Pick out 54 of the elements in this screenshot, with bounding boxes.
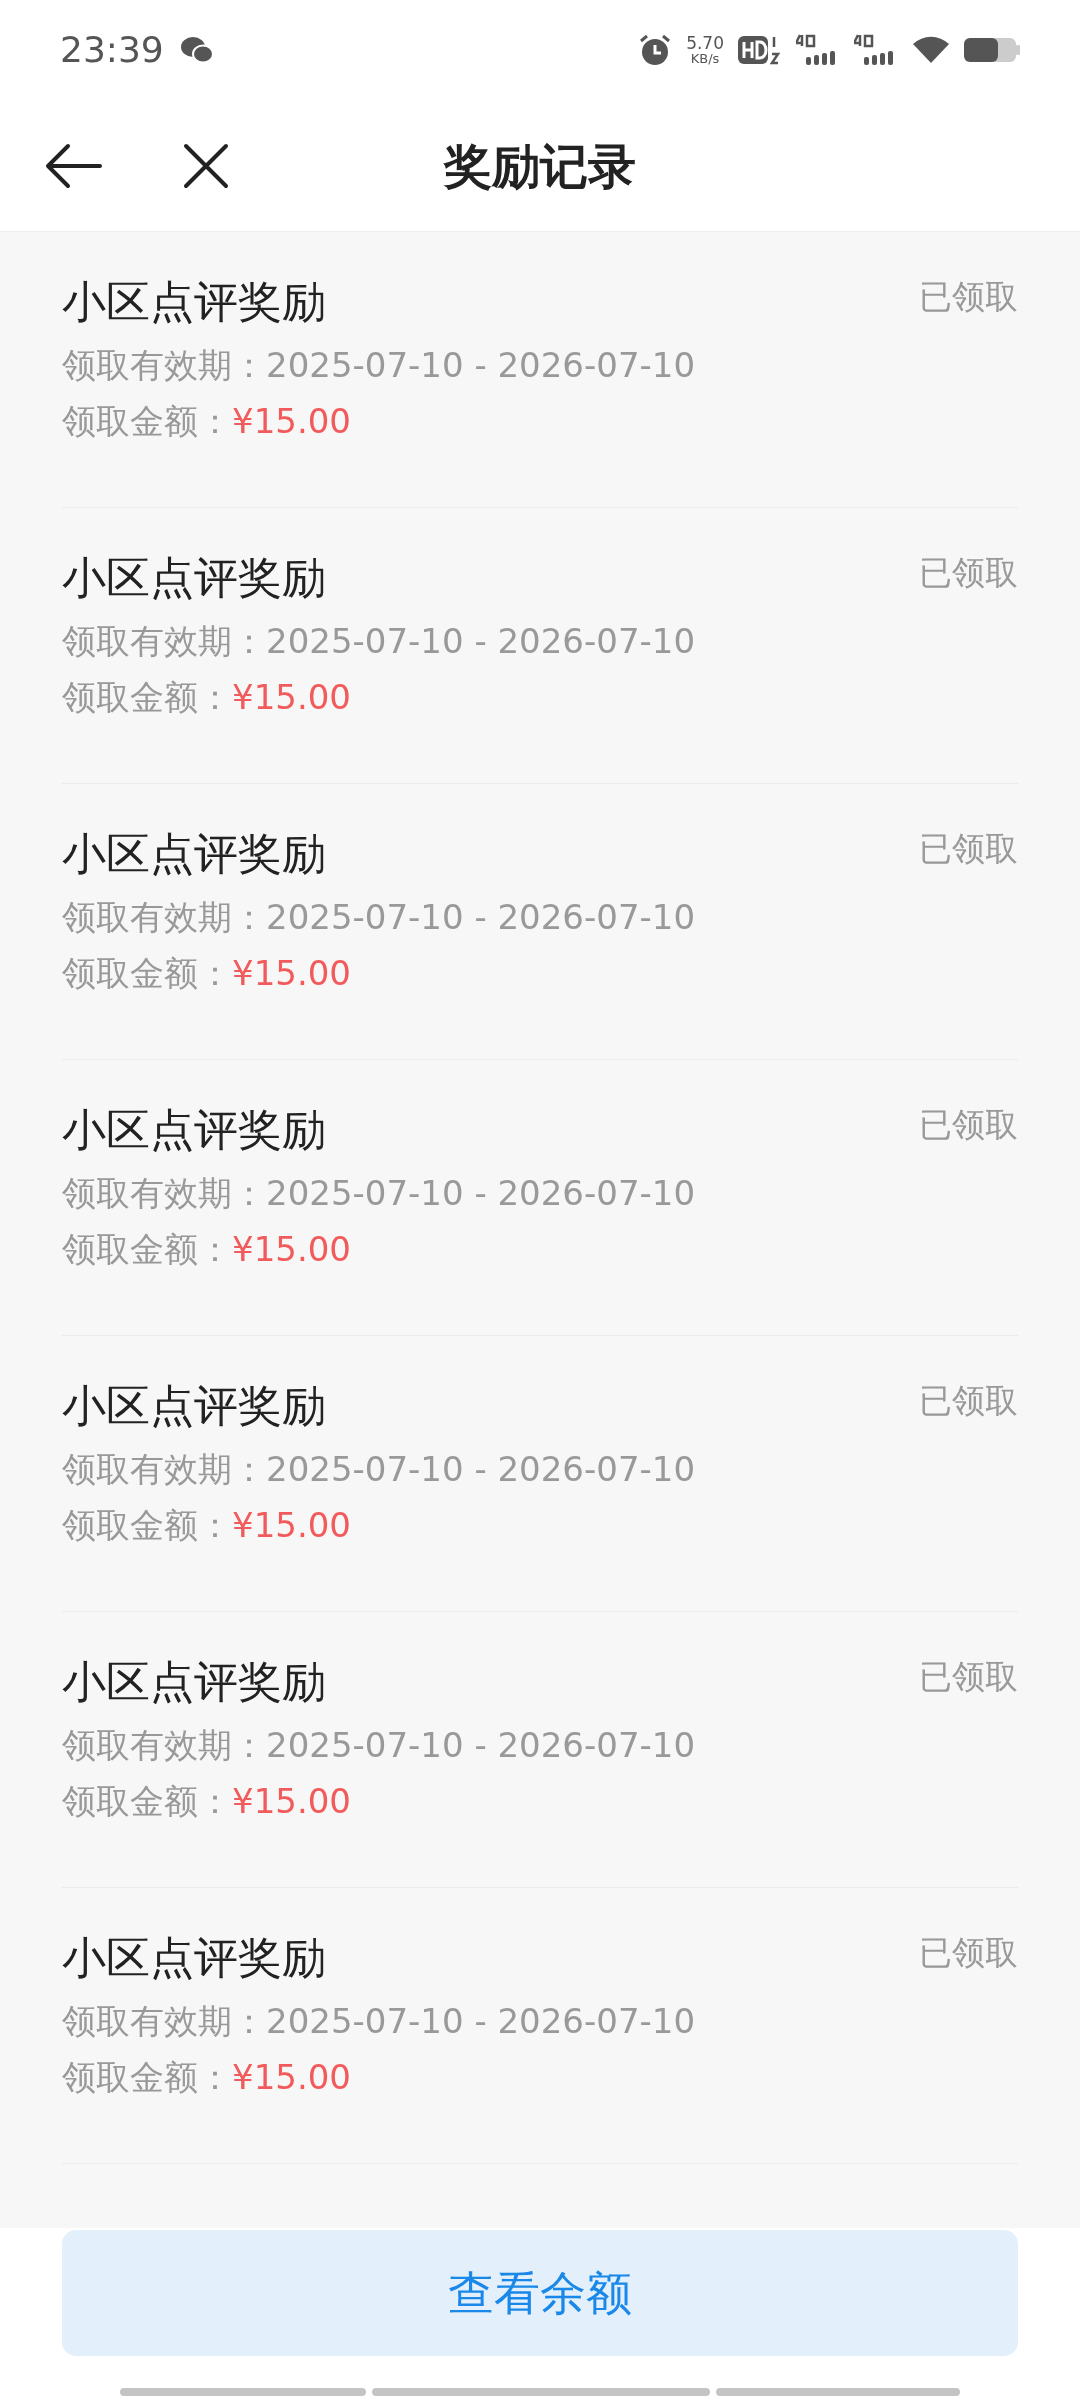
amount-label: 领取金额：	[62, 1504, 232, 1547]
validity-period: 2025-07-10 - 2026-07-10	[266, 1724, 696, 1767]
network-speed: 5.70	[686, 35, 724, 52]
record-title: 小区点评奖励	[62, 551, 326, 605]
validity-label: 领取有效期：	[62, 1172, 266, 1215]
close-icon	[183, 143, 229, 189]
status-time: 23:39	[60, 28, 164, 72]
record-status: 已领取	[919, 828, 1018, 870]
record-status: 已领取	[919, 1932, 1018, 1974]
record-status: 已领取	[919, 1380, 1018, 1422]
record-status: 已领取	[919, 276, 1018, 318]
reward-amount: ¥15.00	[232, 2056, 351, 2099]
validity-period: 2025-07-10 - 2026-07-10	[266, 1172, 696, 1215]
record-status: 已领取	[919, 1104, 1018, 1146]
record-title: 小区点评奖励	[62, 275, 326, 329]
amount-label: 领取金额：	[62, 1780, 232, 1823]
reward-amount: ¥15.00	[232, 1780, 351, 1823]
reward-amount: ¥15.00	[232, 400, 351, 443]
speed-unit: KB/s	[690, 52, 720, 65]
validity-period: 2025-07-10 - 2026-07-10	[266, 2000, 696, 2043]
battery-icon	[964, 36, 1020, 64]
wifi-icon	[912, 35, 950, 65]
reward-amount: ¥15.00	[232, 1228, 351, 1271]
amount-label: 领取金额：	[62, 400, 232, 443]
record-title: 小区点评奖励	[62, 1379, 326, 1433]
record-title: 小区点评奖励	[62, 827, 326, 881]
validity-label: 领取有效期：	[62, 620, 266, 663]
view-balance-button[interactable]: 查看余额	[62, 2230, 1018, 2356]
validity-period: 2025-07-10 - 2026-07-10	[266, 896, 696, 939]
amount-label: 领取金额：	[62, 952, 232, 995]
validity-label: 领取有效期：	[62, 2000, 266, 2043]
back-arrow-icon	[44, 142, 104, 190]
record-status: 已领取	[919, 552, 1018, 594]
reward-amount: ¥15.00	[232, 1504, 351, 1547]
validity-label: 领取有效期：	[62, 1724, 266, 1767]
amount-label: 领取金额：	[62, 676, 232, 719]
record-status: 已领取	[919, 1656, 1018, 1698]
amount-label: 领取金额：	[62, 2056, 232, 2099]
record-title: 小区点评奖励	[62, 1103, 326, 1157]
record-title: 小区点评奖励	[62, 1931, 326, 1985]
validity-period: 2025-07-10 - 2026-07-10	[266, 620, 696, 663]
validity-label: 领取有效期：	[62, 344, 266, 387]
reward-amount: ¥15.00	[232, 676, 351, 719]
validity-period: 2025-07-10 - 2026-07-10	[266, 344, 696, 387]
record-title: 小区点评奖励	[62, 1655, 326, 1709]
validity-period: 2025-07-10 - 2026-07-10	[266, 1448, 696, 1491]
amount-label: 领取金额：	[62, 1228, 232, 1271]
chat-app-icon	[179, 36, 214, 64]
alarm-icon	[638, 33, 673, 67]
page-title: 奖励记录	[444, 136, 636, 196]
validity-label: 领取有效期：	[62, 1448, 266, 1491]
validity-label: 领取有效期：	[62, 896, 266, 939]
close-button[interactable]	[182, 142, 230, 190]
reward-amount: ¥15.00	[232, 952, 351, 995]
